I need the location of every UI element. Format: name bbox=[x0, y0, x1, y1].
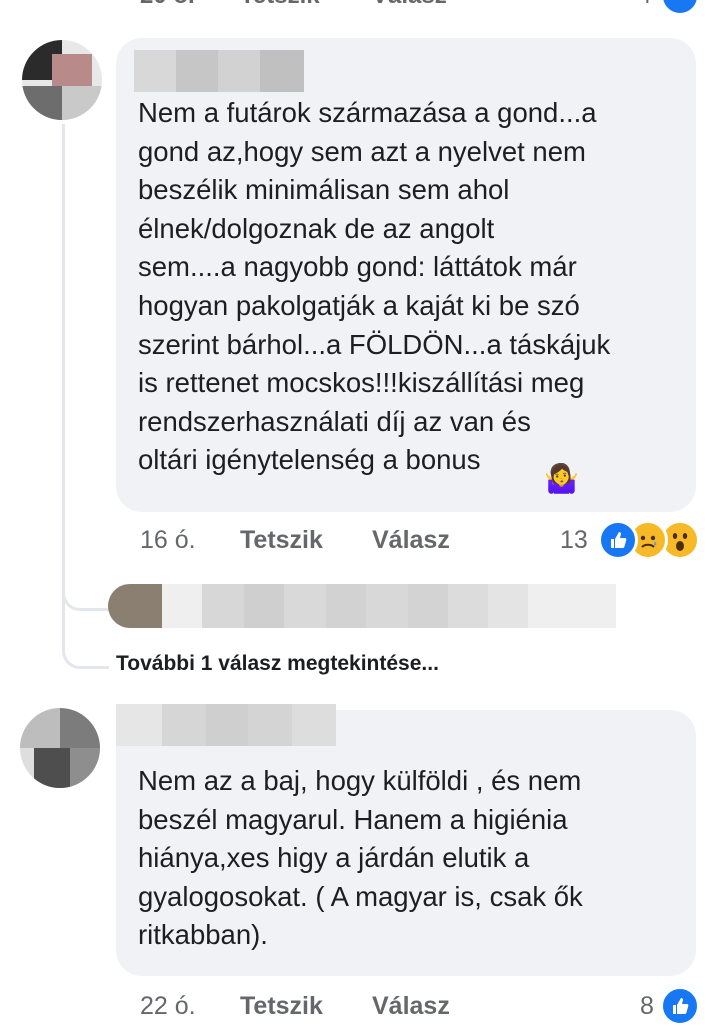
prev-reaction-count: 4 bbox=[638, 0, 651, 10]
reaction-count: 13 bbox=[560, 526, 588, 554]
prev-like-button[interactable]: Tetszik bbox=[240, 0, 320, 10]
prev-comment-actions: 20 ó. Tetszik Válasz 4 bbox=[140, 0, 700, 16]
comment-time: 16 ó. bbox=[140, 526, 196, 554]
comment-actions: 22 ó. Tetszik Válasz 8 bbox=[140, 986, 700, 1026]
comment-actions: 16 ó. Tetszik Válasz 13 bbox=[140, 520, 700, 560]
thread-connector bbox=[62, 604, 109, 669]
author-name-blurred[interactable] bbox=[116, 704, 336, 746]
author-name-blurred[interactable] bbox=[134, 50, 304, 92]
comment-text: Nem az a baj, hogy külföldi , és nem bes… bbox=[138, 765, 583, 951]
like-icon[interactable] bbox=[660, 986, 700, 1026]
reply-preview-blurred[interactable] bbox=[108, 584, 656, 628]
comment-bubble: Nem az a baj, hogy külföldi , és nem bes… bbox=[116, 704, 696, 976]
view-more-replies-link[interactable]: További 1 válasz megtekintése... bbox=[116, 652, 439, 676]
prev-reply-button[interactable]: Válasz bbox=[372, 0, 447, 10]
comment-bubble: Nem a futárok származása a gond...a gond… bbox=[116, 38, 696, 512]
reply-button[interactable]: Válasz bbox=[372, 526, 450, 555]
prev-comment-time: 20 ó. bbox=[140, 0, 195, 10]
comment-time: 22 ó. bbox=[140, 992, 196, 1020]
thread-line bbox=[62, 124, 65, 604]
reply-button[interactable]: Válasz bbox=[372, 992, 450, 1021]
like-icon[interactable] bbox=[598, 520, 638, 560]
like-button[interactable]: Tetszik bbox=[240, 992, 323, 1021]
reaction-count: 8 bbox=[640, 992, 654, 1020]
like-icon bbox=[660, 0, 700, 16]
like-button[interactable]: Tetszik bbox=[240, 526, 323, 555]
woman-shrugging-emoji: 🤷‍♀️ bbox=[544, 463, 579, 494]
comment-text: Nem a futárok származása a gond...a gond… bbox=[138, 97, 611, 476]
avatar[interactable] bbox=[22, 40, 102, 120]
avatar[interactable] bbox=[20, 708, 100, 788]
